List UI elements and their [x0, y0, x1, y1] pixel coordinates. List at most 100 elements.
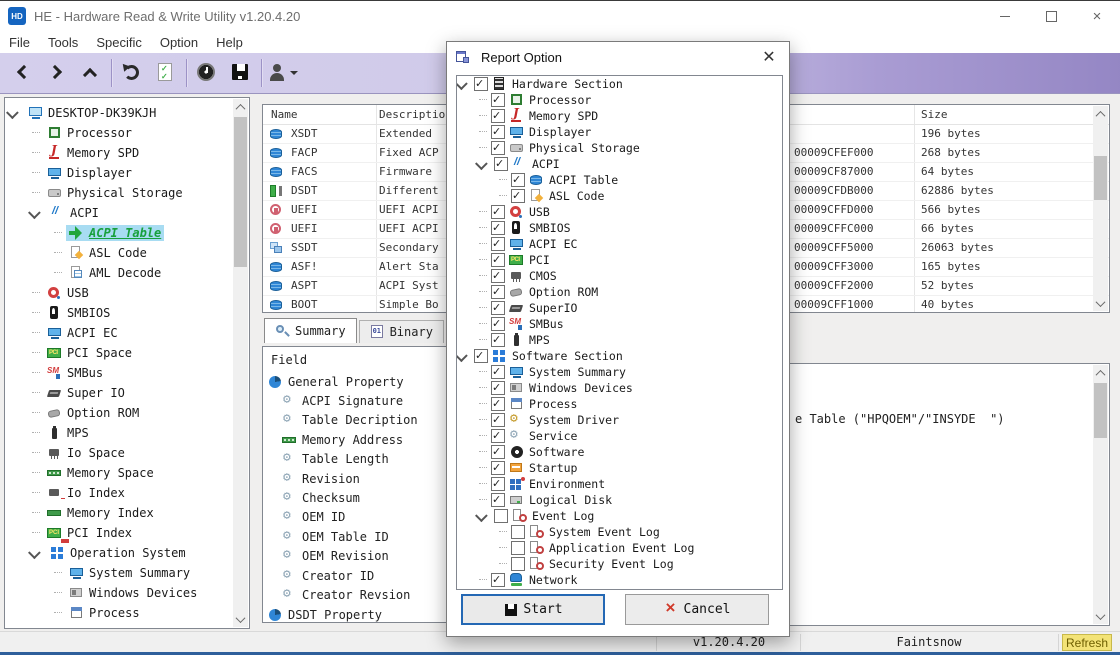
checkbox-smbus[interactable] [491, 317, 505, 331]
report-item-startup[interactable]: Startup [457, 460, 783, 476]
checkbox-startup[interactable] [491, 461, 505, 475]
sidebar-item-usb[interactable]: USB [6, 283, 233, 303]
sidebar-item-processor[interactable]: Processor [6, 123, 233, 143]
checkbox-acpi-table[interactable] [511, 173, 525, 187]
report-item-system-summary[interactable]: System Summary [457, 364, 783, 380]
expander-icon[interactable] [28, 206, 41, 219]
report-item-acpi-ec[interactable]: ACPI EC [457, 236, 783, 252]
sidebar-item-memory-index[interactable]: Memory Index [6, 503, 233, 523]
report-item-option-rom[interactable]: Option ROM [457, 284, 783, 300]
sidebar-item-io-space[interactable]: Io Space [6, 443, 233, 463]
scroll-thumb[interactable] [1094, 156, 1107, 200]
checkbox-system-summary[interactable] [491, 365, 505, 379]
report-item-network[interactable]: Network [457, 572, 783, 588]
checkbox-smbios[interactable] [491, 221, 505, 235]
scroll-up-icon[interactable] [1093, 106, 1108, 122]
menu-specific[interactable]: Specific [87, 35, 151, 50]
report-item-smbios[interactable]: SMBIOS [457, 220, 783, 236]
report-item-software[interactable]: Software [457, 444, 783, 460]
checkbox-acpi[interactable] [494, 157, 508, 171]
report-item-event-log[interactable]: Event Log [457, 508, 783, 524]
sidebar-item-super-io[interactable]: Super IO [6, 383, 233, 403]
sidebar-item-operation-system[interactable]: Operation System [6, 543, 233, 563]
tab-binary[interactable]: Binary [359, 320, 444, 343]
report-item-environment[interactable]: Environment [457, 476, 783, 492]
checkbox-event-log[interactable] [494, 509, 508, 523]
report-item-processor[interactable]: Processor [457, 92, 783, 108]
checkbox-logical-disk[interactable] [491, 493, 505, 507]
sidebar-item-aml-decode[interactable]: AML Decode [6, 263, 233, 283]
sidebar-item-system-driver[interactable]: System Driver [6, 623, 233, 627]
sidebar-item-acpi-table[interactable]: ACPI Table [6, 223, 233, 243]
report-item-system-event-log[interactable]: System Event Log [457, 524, 783, 540]
scroll-down-icon[interactable] [1093, 295, 1108, 311]
scroll-down-icon[interactable] [233, 611, 248, 627]
maximize-button[interactable] [1028, 1, 1074, 31]
checkbox-processor[interactable] [491, 93, 505, 107]
sidebar-item-option-rom[interactable]: Option ROM [6, 403, 233, 423]
report-item-software-section[interactable]: Software Section [457, 348, 783, 364]
report-item-smbus[interactable]: SMBus [457, 316, 783, 332]
start-button[interactable]: Start [461, 594, 605, 625]
checkbox-system-driver[interactable] [491, 413, 505, 427]
sidebar-item-windows-devices[interactable]: Windows Devices [6, 583, 233, 603]
sidebar-item-memory-spd[interactable]: Memory SPD [6, 143, 233, 163]
menu-option[interactable]: Option [151, 35, 207, 50]
sidebar-item-asl-code[interactable]: ASL Code [6, 243, 233, 263]
sidebar-item-physical-storage[interactable]: Physical Storage [6, 183, 233, 203]
report-item-displayer[interactable]: Displayer [457, 124, 783, 140]
checkbox-acpi-ec[interactable] [491, 237, 505, 251]
report-item-mps[interactable]: MPS [457, 332, 783, 348]
sidebar-item-desktop-dk39kjh[interactable]: DESKTOP-DK39KJH [6, 103, 233, 123]
menu-tools[interactable]: Tools [39, 35, 87, 50]
checkbox-hardware-section[interactable] [474, 77, 488, 91]
refresh-button[interactable] [115, 57, 149, 89]
sidebar-item-memory-space[interactable]: Memory Space [6, 463, 233, 483]
sidebar-item-process[interactable]: Process [6, 603, 233, 623]
expander-icon[interactable] [6, 106, 19, 119]
checkbox-windows-devices[interactable] [491, 381, 505, 395]
sidebar-item-pci-space[interactable]: PCI Space [6, 343, 233, 363]
checkbox-service[interactable] [491, 429, 505, 443]
person-button[interactable] [265, 57, 299, 89]
column-header-description[interactable]: Description [379, 105, 452, 124]
checkbox-software[interactable] [491, 445, 505, 459]
checkbox-option-rom[interactable] [491, 285, 505, 299]
device-tree-scrollbar[interactable] [233, 99, 248, 627]
report-item-application-event-log[interactable]: Application Event Log [457, 540, 783, 556]
forward-button[interactable] [40, 57, 74, 89]
checkbox-usb[interactable] [491, 205, 505, 219]
dropdown-caret-icon[interactable] [290, 71, 298, 75]
sidebar-item-acpi[interactable]: ACPI [6, 203, 233, 223]
checkbox-software-section[interactable] [474, 349, 488, 363]
expander-icon[interactable] [475, 509, 488, 522]
dialog-close-button[interactable]: ✕ [749, 42, 789, 72]
checkbox-physical-storage[interactable] [491, 141, 505, 155]
scroll-up-icon[interactable] [233, 99, 248, 115]
sidebar-item-smbios[interactable]: SMBIOS [6, 303, 233, 323]
expander-icon[interactable] [28, 546, 41, 559]
checkbox-mps[interactable] [491, 333, 505, 347]
menu-help[interactable]: Help [207, 35, 252, 50]
column-header-size[interactable]: Size [921, 105, 948, 124]
sidebar-item-displayer[interactable]: Displayer [6, 163, 233, 183]
column-header-name[interactable]: Name [271, 105, 298, 124]
up-button[interactable] [74, 57, 108, 89]
tab-summary[interactable]: Summary [264, 318, 357, 343]
report-item-pci[interactable]: PCI [457, 252, 783, 268]
report-item-cmos[interactable]: CMOS [457, 268, 783, 284]
checkbox-network[interactable] [491, 573, 505, 587]
scroll-up-icon[interactable] [1093, 365, 1108, 381]
report-item-security-event-log[interactable]: Security Event Log [457, 556, 783, 572]
report-item-asl-code[interactable]: ASL Code [457, 188, 783, 204]
report-item-superio[interactable]: SuperIO [457, 300, 783, 316]
refresh-button[interactable]: Refresh [1062, 634, 1112, 651]
expander-icon[interactable] [456, 349, 468, 362]
sidebar-item-pci-index[interactable]: PCI Index [6, 523, 233, 543]
report-item-windows-devices[interactable]: Windows Devices [457, 380, 783, 396]
tasklist-button[interactable] [149, 57, 183, 89]
checkbox-asl-code[interactable] [511, 189, 525, 203]
report-item-logical-disk[interactable]: Logical Disk [457, 492, 783, 508]
table-scrollbar[interactable] [1093, 106, 1108, 311]
report-item-acpi-table[interactable]: ACPI Table [457, 172, 783, 188]
